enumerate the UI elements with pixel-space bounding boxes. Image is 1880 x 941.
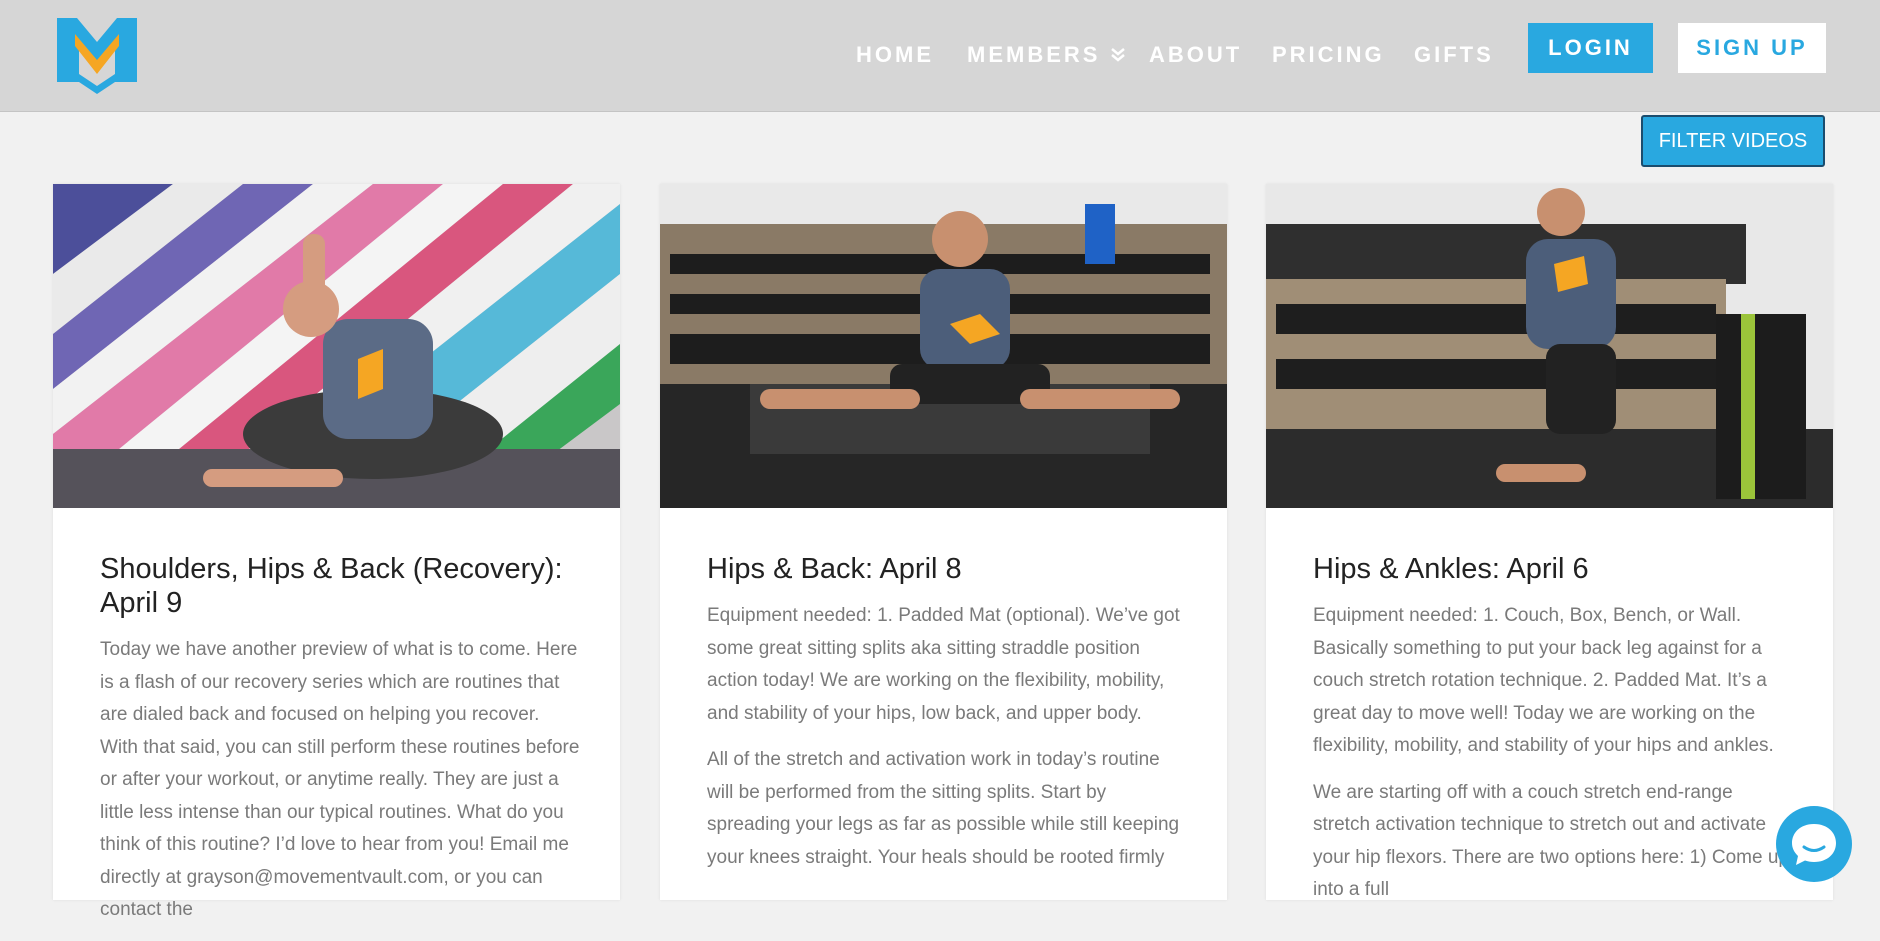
card-description: We are starting off with a couch stretch… [1313,781,1789,901]
video-card[interactable]: Hips & Back: April 8 Equipment needed: 1… [660,184,1227,900]
video-card[interactable]: Hips & Ankles: April 6 Equipment needed:… [1266,184,1833,900]
nav-about[interactable]: ABOUT [1149,42,1242,68]
card-title[interactable]: Hips & Back: April 8 [707,552,1187,586]
card-body: Shoulders, Hips & Back (Recovery): April… [100,552,580,941]
card-description: Today we have another preview of what is… [100,639,580,920]
video-card[interactable]: Shoulders, Hips & Back (Recovery): April… [53,184,620,920]
card-description: Equipment needed: 1. Couch, Box, Bench, … [1313,605,1774,756]
chat-bubble-icon[interactable] [1776,806,1852,882]
site-header: HOME MEMBERS ABOUT PRICING GIFTS LOGIN S… [0,0,1880,112]
card-description: All of the stretch and activation work i… [707,749,1180,868]
card-body: Hips & Ankles: April 6 Equipment needed:… [1313,552,1793,921]
card-body: Hips & Back: April 8 Equipment needed: 1… [707,552,1187,888]
movement-vault-logo[interactable] [55,16,139,96]
chevron-double-down-icon [1104,45,1126,67]
video-thumbnail[interactable] [1266,184,1833,508]
filter-videos-button[interactable]: FILTER VIDEOS [1641,115,1825,167]
card-title[interactable]: Shoulders, Hips & Back (Recovery): April… [100,552,580,620]
video-thumbnail[interactable] [53,184,620,508]
video-thumbnail[interactable] [660,184,1227,508]
card-title[interactable]: Hips & Ankles: April 6 [1313,552,1793,586]
nav-home[interactable]: HOME [856,42,934,68]
card-description: Equipment needed: 1. Padded Mat (optiona… [707,605,1180,724]
login-button[interactable]: LOGIN [1528,23,1653,73]
nav-members[interactable]: MEMBERS [967,42,1126,68]
nav-members-label: MEMBERS [967,42,1101,67]
signup-button[interactable]: SIGN UP [1678,23,1826,73]
nav-pricing[interactable]: PRICING [1272,42,1385,68]
nav-gifts[interactable]: GIFTS [1414,42,1494,68]
